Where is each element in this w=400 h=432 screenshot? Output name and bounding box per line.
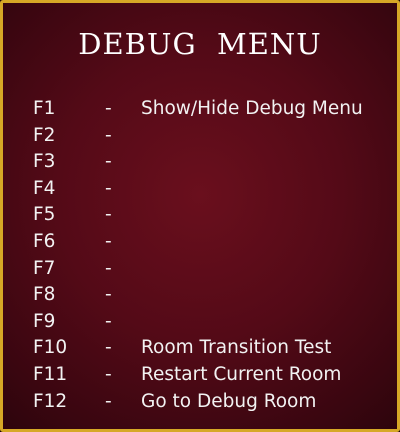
debug-menu-row-f2: F2 -	[31, 123, 387, 150]
key-label: F2	[33, 124, 56, 146]
debug-menu-list: F1 - Show/Hide Debug Menu F2 - F3 - F4 -…	[31, 96, 387, 415]
debug-menu-row-f5: F5 -	[31, 202, 387, 229]
separator: -	[105, 284, 112, 306]
key-label: F5	[33, 204, 56, 226]
debug-menu-panel: Debug Menu F1 - Show/Hide Debug Menu F2 …	[0, 0, 400, 432]
debug-menu-row-f8: F8 -	[31, 282, 387, 309]
separator: -	[105, 390, 112, 412]
key-label: F7	[33, 257, 56, 279]
debug-menu-row-f6: F6 -	[31, 229, 387, 256]
key-label: F12	[33, 390, 68, 412]
action-description: Restart Current Room	[141, 363, 342, 385]
separator: -	[105, 177, 112, 199]
debug-menu-row-f1: F1 - Show/Hide Debug Menu	[31, 96, 387, 123]
key-label: F3	[33, 151, 56, 173]
action-description: Show/Hide Debug Menu	[141, 98, 363, 119]
debug-menu-title: Debug Menu	[78, 27, 322, 61]
separator: -	[105, 337, 112, 359]
debug-menu-row-f10: F10 - Room Transition Test	[31, 335, 387, 362]
separator: -	[105, 124, 112, 146]
debug-menu-row-f12: F12 - Go to Debug Room	[31, 389, 387, 416]
debug-menu-row-f9: F9 -	[31, 309, 387, 336]
separator: -	[105, 204, 112, 226]
separator: -	[105, 151, 112, 173]
key-label: F8	[33, 284, 56, 306]
separator: -	[105, 257, 112, 279]
key-label: F9	[33, 310, 56, 332]
action-description: Room Transition Test	[141, 337, 332, 359]
debug-menu-row-f11: F11 - Restart Current Room	[31, 362, 387, 389]
separator: -	[105, 98, 112, 119]
key-label: F1	[33, 98, 56, 119]
debug-menu-row-f7: F7 -	[31, 256, 387, 283]
separator: -	[105, 230, 112, 252]
debug-menu-row-f3: F3 -	[31, 149, 387, 176]
separator: -	[105, 363, 112, 385]
key-label: F6	[33, 230, 56, 252]
key-label: F4	[33, 177, 56, 199]
debug-menu-row-f4: F4 -	[31, 176, 387, 203]
key-label: F11	[33, 363, 68, 385]
key-label: F10	[33, 337, 68, 359]
action-description: Go to Debug Room	[141, 390, 317, 412]
separator: -	[105, 310, 112, 332]
